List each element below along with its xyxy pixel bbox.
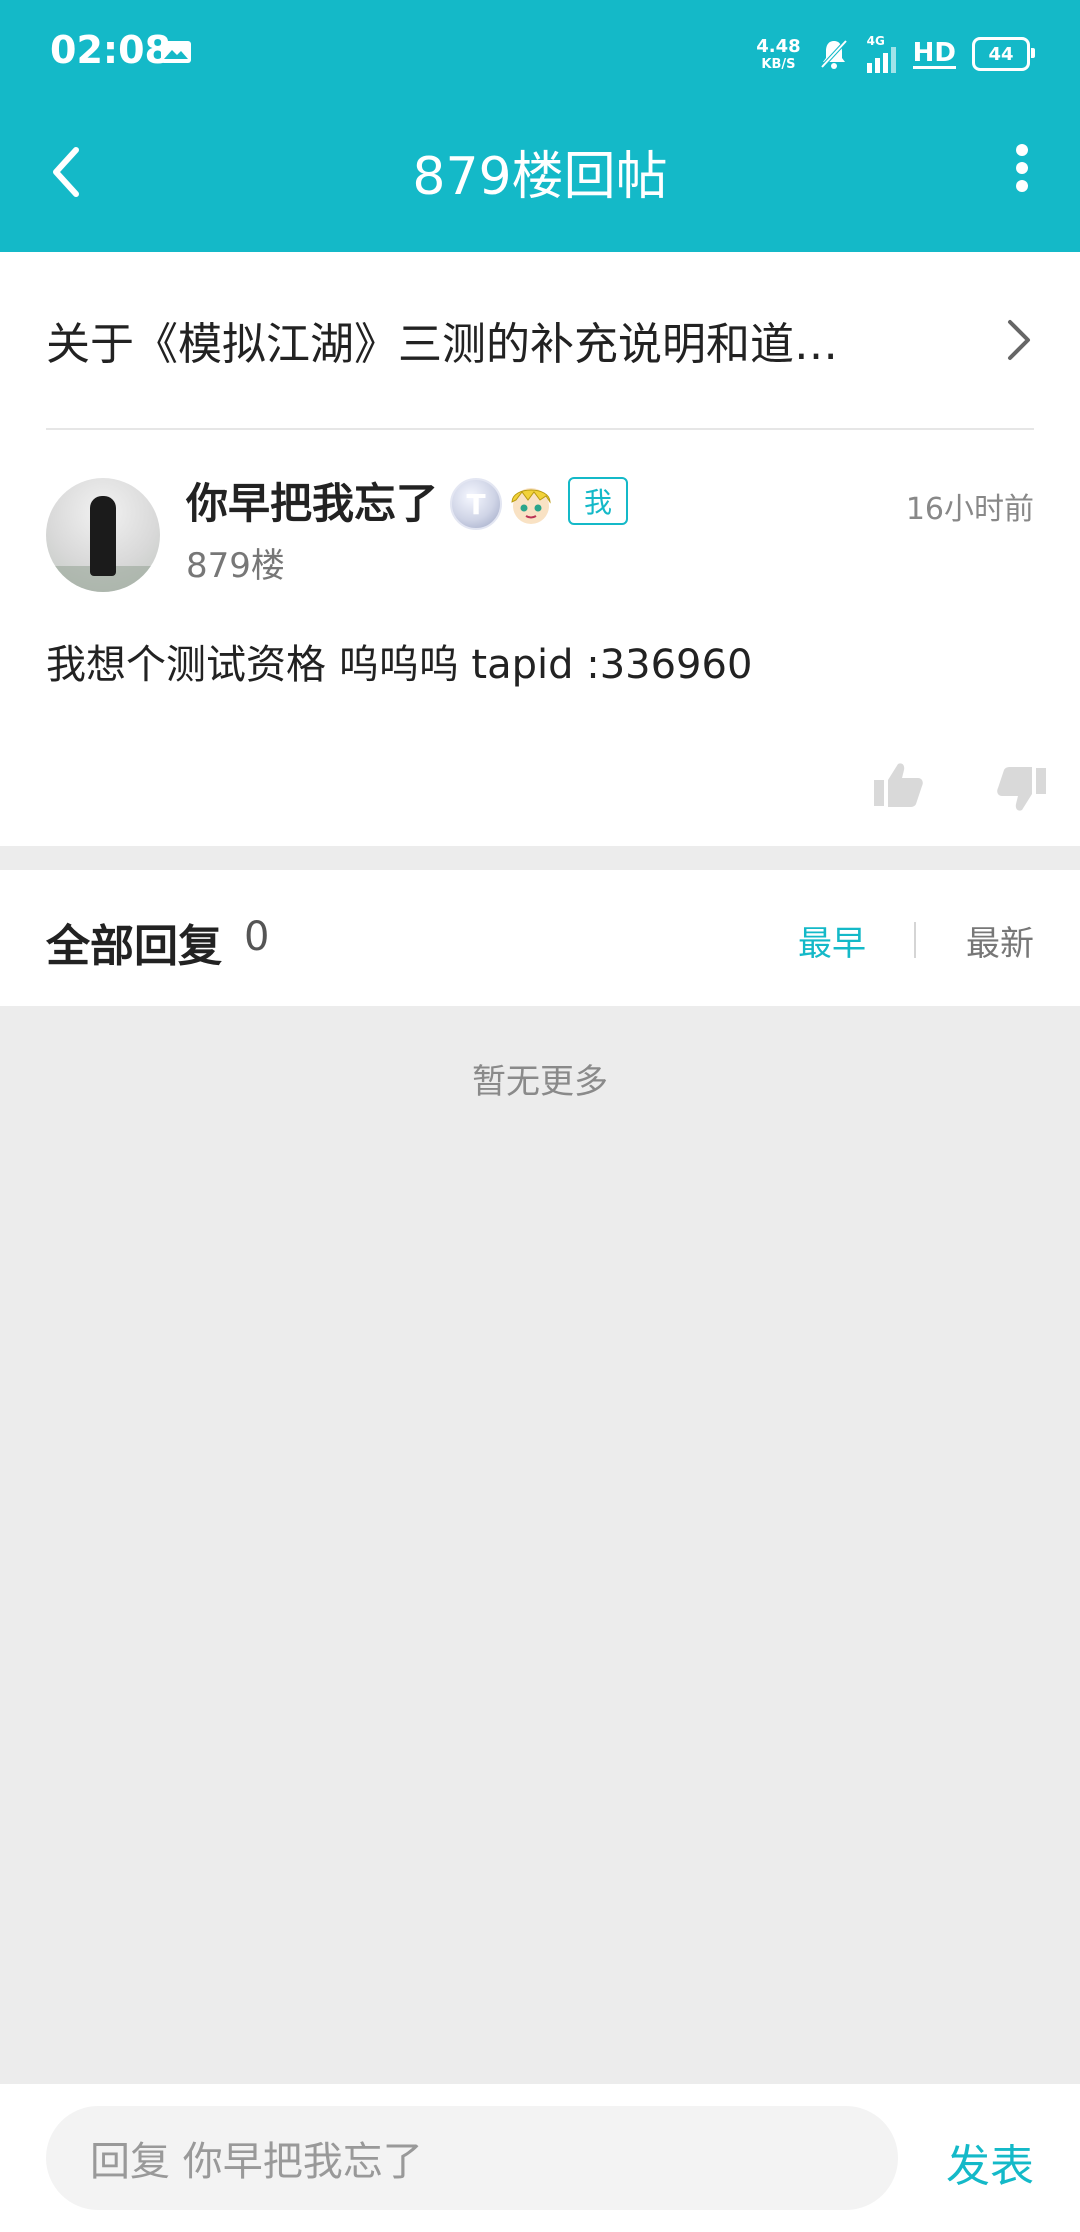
status-time: 02:08 bbox=[50, 28, 171, 72]
sort-latest-tab[interactable]: 最新 bbox=[966, 916, 1034, 965]
more-vert-icon[interactable] bbox=[1012, 138, 1032, 198]
thumbs-down-icon[interactable] bbox=[996, 764, 1048, 816]
sort-earliest-tab[interactable]: 最早 bbox=[798, 916, 866, 965]
post-time: 16小时前 bbox=[905, 492, 1034, 527]
empty-state-text: 暂无更多 bbox=[472, 1062, 608, 1102]
floor-number: 879楼 bbox=[186, 546, 285, 586]
username[interactable]: 你早把我忘了 bbox=[186, 470, 438, 531]
chevron-right-icon bbox=[1008, 320, 1030, 360]
thumbs-up-icon[interactable] bbox=[872, 758, 924, 810]
reply-placeholder: 回复 你早把我忘了 bbox=[90, 2139, 423, 2185]
signal-icon: 4G bbox=[866, 35, 897, 73]
me-tag: 我 bbox=[568, 477, 628, 525]
thread-title: 关于《模拟江湖》三测的补充说明和道… bbox=[46, 319, 838, 370]
status-right: 4.48 KB/S 4G HD 44 bbox=[756, 32, 1035, 76]
reply-input[interactable]: 回复 你早把我忘了 bbox=[46, 2106, 898, 2210]
bottom-bar: 回复 你早把我忘了 发表 bbox=[0, 2084, 1080, 2232]
post-content: 我想个测试资格 呜呜呜 tapid :336960 bbox=[46, 642, 753, 688]
page-title: 879楼回帖 bbox=[412, 147, 668, 207]
net-speed: 4.48 KB/S bbox=[756, 35, 801, 72]
status-bar: 02:08 4.48 KB/S 4G HD 44 bbox=[0, 0, 1080, 108]
publish-button[interactable]: 发表 bbox=[946, 2130, 1034, 2194]
badge-t-icon: T bbox=[450, 478, 502, 530]
avatar[interactable] bbox=[46, 478, 160, 592]
message-icon bbox=[161, 41, 191, 63]
app-bar: 879楼回帖 bbox=[0, 108, 1080, 252]
battery-icon: 44 bbox=[972, 37, 1035, 71]
hd-icon: HD bbox=[912, 37, 956, 69]
avatar-badge-icon bbox=[511, 488, 551, 524]
replies-label: 全部回复 bbox=[46, 921, 222, 972]
replies-header: 全部回复 0 最早 最新 bbox=[0, 870, 1080, 1006]
replies-count: 0 bbox=[244, 914, 270, 960]
divider bbox=[46, 428, 1034, 430]
mute-icon bbox=[820, 39, 848, 69]
thread-link[interactable]: 关于《模拟江湖》三测的补充说明和道… bbox=[46, 252, 1034, 428]
sort-separator bbox=[914, 922, 916, 958]
